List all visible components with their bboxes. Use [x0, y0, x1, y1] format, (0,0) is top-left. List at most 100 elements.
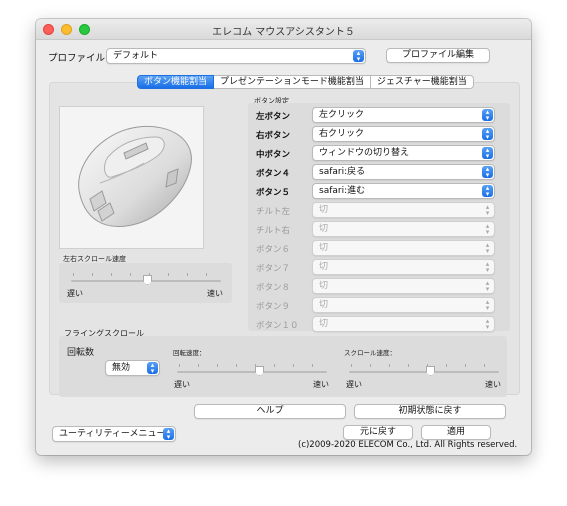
tab-bar: ボタン機能割当 プレゼンテーションモード機能割当 ジェスチャー機能割当 [137, 75, 474, 89]
button-row-label: チルト右 [256, 226, 291, 236]
flinging-group: 回転数 無効 ▴ ▾ 回転速度： 遅い 速い スクロール速度： 遅い 速い [59, 336, 507, 397]
button-assign-select[interactable]: ウィンドウの切り替え ▴ ▾ [312, 145, 495, 161]
button-assign-select[interactable]: safari:進む ▴ ▾ [312, 183, 495, 199]
profile-edit-button[interactable]: プロファイル編集 [386, 48, 490, 63]
scroll-speed-tick [408, 364, 409, 367]
scroll-speed-label: スクロール速度： [344, 349, 396, 357]
button-row-label: ボタン９ [256, 302, 291, 312]
lr-scroll-tick [130, 273, 131, 276]
button-row-label: ボタン７ [256, 264, 291, 274]
apply-button[interactable]: 適用 [421, 425, 491, 440]
button-assign-value: ウィンドウの切り替え [319, 148, 410, 158]
title-bar: エレコム マウスアシスタント５ [36, 19, 531, 40]
chevron-updown-icon: ▴ ▾ [485, 203, 490, 217]
revert-button[interactable]: 元に戻す [343, 425, 413, 440]
chevron-updown-icon: ▴ ▾ [485, 279, 490, 293]
lr-scroll-min-label: 遅い [67, 289, 83, 298]
app-window: エレコム マウスアシスタント５ プロファイル： デフォルト ▴ ▾ プロファイル編… [36, 19, 531, 455]
scroll-speed-tick [351, 364, 352, 367]
button-row-label: 右ボタン [256, 131, 291, 141]
button-assign-value: 切 [319, 319, 329, 329]
chevron-updown-icon: ▴ ▾ [147, 362, 158, 375]
chevron-updown-icon: ▴ ▾ [485, 260, 490, 274]
button-assign-select: 切 ▴ ▾ [312, 240, 495, 256]
rotation-speed-slider-thumb[interactable] [255, 366, 264, 376]
profile-select[interactable]: デフォルト ▴ ▾ [106, 48, 366, 64]
lr-scroll-tick [73, 273, 74, 276]
button-assign-value: 切 [319, 243, 329, 253]
chevron-updown-icon: ▴ ▾ [482, 109, 493, 122]
help-button[interactable]: ヘルプ [194, 404, 346, 419]
lr-scroll-tick [168, 273, 169, 276]
rotation-speed-tick [293, 364, 294, 367]
rotation-speed-tick [236, 364, 237, 367]
button-assign-select: 切 ▴ ▾ [312, 259, 495, 275]
window-title: エレコム マウスアシスタント５ [212, 27, 355, 38]
rotation-speed-max: 速い [313, 380, 329, 389]
chevron-updown-icon: ▴ ▾ [482, 128, 493, 141]
button-assign-value: 切 [319, 281, 329, 291]
scroll-speed-min: 遅い [346, 380, 362, 389]
scroll-speed-track [349, 371, 499, 373]
rotation-speed-label: 回転速度： [173, 349, 206, 357]
button-row-label: ボタン６ [256, 245, 291, 255]
chevron-updown-icon: ▴ ▾ [485, 298, 490, 312]
scroll-speed-tick [484, 364, 485, 367]
chevron-updown-icon: ▴ ▾ [485, 317, 490, 331]
rotation-label: 回転数 [67, 348, 95, 358]
rotation-speed-tick [198, 364, 199, 367]
button-row-label: ボタン５ [256, 188, 291, 198]
rotation-select[interactable]: 無効 ▴ ▾ [105, 360, 160, 376]
scroll-speed-tick [446, 364, 447, 367]
chevron-updown-icon: ▴ ▾ [485, 222, 490, 236]
utility-menu-value: ユーティリティーメニュー [59, 429, 166, 439]
chevron-updown-icon: ▴ ▾ [485, 241, 490, 255]
button-assign-value: 切 [319, 205, 329, 215]
button-assign-select[interactable]: 左クリック ▴ ▾ [312, 107, 495, 123]
chevron-updown-icon: ▴ ▾ [482, 147, 493, 160]
copyright-text: (c)2009-2020 ELECOM Co., Ltd. All Rights… [298, 440, 518, 450]
mouse-image [59, 106, 204, 249]
lr-scroll-group: 遅い 速い [59, 263, 232, 303]
button-assign-select: 切 ▴ ▾ [312, 297, 495, 313]
lr-scroll-tick [92, 273, 93, 276]
scroll-speed-tick [465, 364, 466, 367]
button-assign-select: 切 ▴ ▾ [312, 316, 495, 332]
chevron-updown-icon: ▴ ▾ [353, 50, 364, 63]
scroll-speed-tick [389, 364, 390, 367]
rotation-speed-tick [274, 364, 275, 367]
button-assign-select[interactable]: 右クリック ▴ ▾ [312, 126, 495, 142]
button-assign-select: 切 ▴ ▾ [312, 221, 495, 237]
button-assign-value: safari:戻る [319, 167, 366, 177]
profile-label: プロファイル： [48, 53, 115, 64]
button-assign-value: 左クリック [319, 110, 365, 120]
rotation-speed-min: 遅い [174, 380, 190, 389]
lr-scroll-tick [187, 273, 188, 276]
chevron-updown-icon: ▴ ▾ [163, 428, 174, 441]
rotation-speed-tick [217, 364, 218, 367]
button-row-label: チルト左 [256, 207, 291, 217]
utility-menu-select[interactable]: ユーティリティーメニュー ▴ ▾ [52, 426, 176, 442]
scroll-speed-slider-thumb[interactable] [426, 366, 435, 376]
button-row-label: ボタン１０ [256, 321, 299, 331]
lr-scroll-max-label: 速い [207, 289, 223, 298]
chevron-updown-icon: ▴ ▾ [482, 185, 493, 198]
rotation-speed-tick [312, 364, 313, 367]
button-assign-select: 切 ▴ ▾ [312, 202, 495, 218]
scroll-speed-tick [370, 364, 371, 367]
reset-button[interactable]: 初期状態に戻す [354, 404, 506, 419]
button-assign-select[interactable]: safari:戻る ▴ ▾ [312, 164, 495, 180]
chevron-updown-icon: ▴ ▾ [482, 166, 493, 179]
button-assign-value: 切 [319, 300, 329, 310]
tab-presentation-mode[interactable]: プレゼンテーションモード機能割当 [214, 75, 371, 89]
scroll-speed-max: 速い [485, 380, 501, 389]
button-assign-value: 切 [319, 224, 329, 234]
tab-button-assignment[interactable]: ボタン機能割当 [137, 75, 215, 89]
rotation-select-value: 無効 [112, 363, 131, 373]
lr-scroll-slider-thumb[interactable] [143, 275, 152, 285]
button-row-label: ボタン８ [256, 283, 291, 293]
button-row-label: 左ボタン [256, 112, 291, 122]
button-assign-select: 切 ▴ ▾ [312, 278, 495, 294]
tab-gesture[interactable]: ジェスチャー機能割当 [370, 75, 474, 89]
button-row-label: ボタン４ [256, 169, 291, 179]
